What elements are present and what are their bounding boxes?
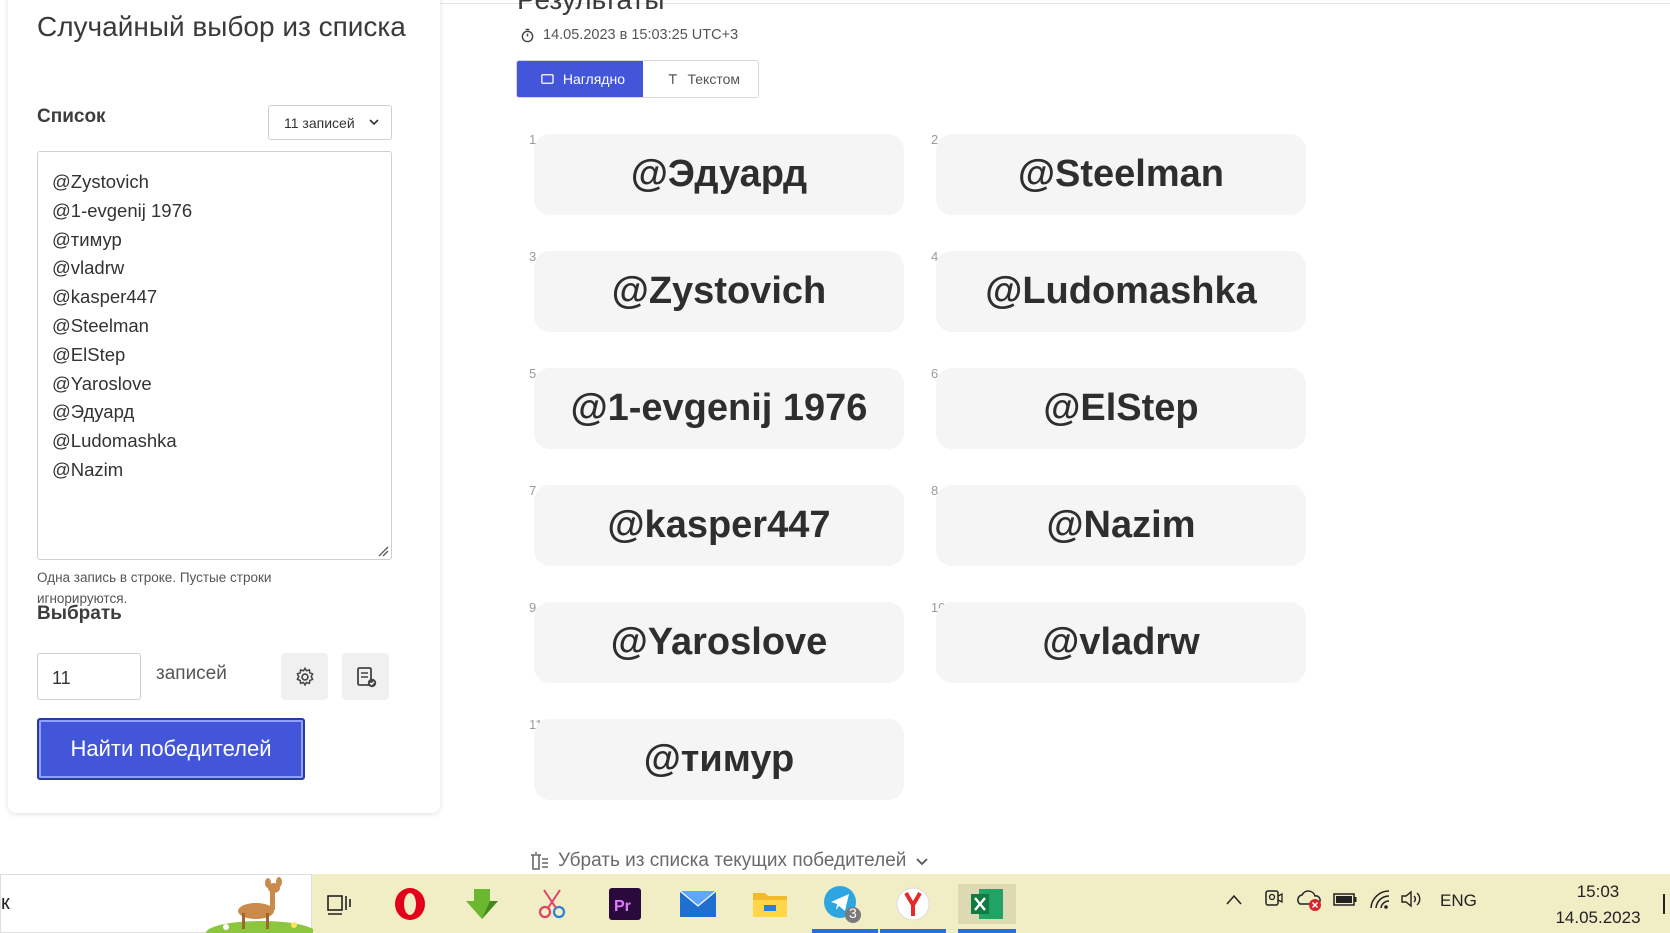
saved-lists-button[interactable] (342, 653, 389, 700)
gear-icon (295, 666, 314, 686)
winner-tile: @Nazim (936, 485, 1306, 566)
winner-tile: @тимур (534, 719, 904, 800)
taskbar-search[interactable]: к (0, 874, 313, 933)
app-window: Случайный выбор из списка Список 11 запи… (0, 0, 1670, 933)
tab-visual[interactable]: Наглядно (517, 61, 643, 97)
winner-tile: @kasper447 (534, 485, 904, 566)
snipping-tool-icon[interactable] (532, 884, 572, 924)
entries-count-value: 11 записей (284, 114, 355, 131)
yandex-active-indicator (880, 929, 946, 933)
wifi-icon[interactable] (1368, 888, 1392, 915)
remove-winners-label: Убрать из списка текущих победителей (558, 850, 907, 871)
winner-tile: @1-evgenij 1976 (534, 368, 904, 449)
telegram-icon[interactable]: 3 (822, 884, 862, 924)
entry-line: @Nazim (52, 458, 124, 480)
excel-active-indicator (958, 929, 1016, 933)
find-winners-button[interactable]: Найти победителей (37, 718, 305, 780)
task-view-icon[interactable] (320, 884, 360, 924)
winner-tile: @vladrw (936, 602, 1306, 683)
volume-icon[interactable] (1400, 889, 1424, 914)
winner-tile: @Ludomashka (936, 251, 1306, 332)
tray-overflow-chevron-icon[interactable] (1225, 892, 1243, 912)
telegram-badge: 3 (849, 905, 857, 921)
text-icon (668, 74, 677, 84)
trash-list-icon (531, 852, 548, 870)
results-timestamp: 14.05.2023 в 15:03:25 UTC+3 (520, 27, 738, 43)
search-text: к (1, 892, 10, 914)
entry-line: @kasper447 (52, 286, 158, 308)
file-explorer-icon[interactable] (750, 884, 790, 924)
entry-line: @Ludomashka (52, 430, 177, 452)
view-mode-toggle: Наглядно Текстом (516, 60, 759, 98)
entry-line: @Steelman (52, 314, 149, 336)
clock-date: 14.05.2023 (1555, 908, 1641, 927)
chevron-down-icon (916, 858, 929, 866)
chevron-down-icon (369, 119, 379, 126)
entry-line: @тимур (52, 228, 122, 250)
onedrive-error-icon[interactable] (1295, 888, 1323, 917)
settings-card: Случайный выбор из списка Список 11 запи… (8, 0, 440, 813)
tab-text[interactable]: Текстом (643, 61, 758, 97)
page-title: Случайный выбор из списка (37, 11, 406, 42)
timestamp-text: 14.05.2023 в 15:03:25 UTC+3 (543, 27, 739, 43)
tab-visual-label: Наглядно (562, 71, 625, 87)
remove-winners-link[interactable]: Убрать из списка текущих победителей (528, 850, 930, 872)
pick-unit-label: записей (156, 663, 227, 684)
input-language[interactable]: ENG (1440, 891, 1477, 911)
deer-illustration-icon (206, 877, 313, 933)
winner-tile: @Zystovich (534, 251, 904, 332)
show-desktop-edge[interactable] (1663, 894, 1665, 914)
tab-text-label: Текстом (687, 71, 741, 87)
list-check-icon (356, 666, 376, 687)
entries-lines: @Zystovich @1-evgenij 1976 @тимур @vladrw @k… (52, 168, 377, 485)
list-label: Список (37, 106, 106, 127)
winner-tile: @Yaroslove (534, 602, 904, 683)
entries-count-dropdown[interactable]: 11 записей (268, 105, 392, 140)
entry-line: @Yaroslove (52, 372, 152, 394)
square-icon (541, 74, 554, 84)
opera-icon[interactable] (390, 884, 430, 924)
webcam-icon[interactable] (1263, 888, 1283, 915)
svg-text:Pr: Pr (614, 898, 631, 915)
system-clock[interactable]: 15:03 14.05.2023 (1548, 879, 1648, 931)
entry-line: @1-evgenij 1976 (52, 199, 193, 221)
winner-tile: @Эдуард (534, 134, 904, 215)
winner-tile: @ElStep (936, 368, 1306, 449)
mail-icon[interactable] (678, 884, 718, 924)
premiere-pro-icon[interactable]: Pr (605, 884, 645, 924)
resize-handle-icon[interactable] (377, 545, 389, 557)
entry-line: @Эдуард (52, 401, 135, 423)
windows-taskbar: к Pr 3 ENG 15:03 14.05.2023 (0, 874, 1670, 933)
entry-line: @Zystovich (52, 171, 149, 192)
telegram-active-indicator (812, 929, 878, 933)
download-manager-icon[interactable] (462, 884, 502, 924)
entry-line: @vladrw (52, 257, 125, 279)
pick-label: Выбрать (37, 603, 122, 624)
yandex-browser-icon[interactable] (893, 884, 933, 924)
results-title: Результаты (517, 0, 664, 16)
pick-count-input[interactable]: 11 (37, 653, 141, 700)
clock-time: 15:03 (1576, 882, 1620, 901)
entry-line: @ElStep (52, 343, 126, 365)
stopwatch-icon (521, 28, 534, 42)
excel-icon[interactable] (958, 884, 1016, 924)
battery-icon[interactable] (1332, 890, 1358, 913)
winner-tile: @Steelman (936, 134, 1306, 215)
settings-button[interactable] (281, 653, 328, 700)
entries-textarea[interactable]: @Zystovich @1-evgenij 1976 @тимур @vladrw @k… (37, 151, 392, 560)
